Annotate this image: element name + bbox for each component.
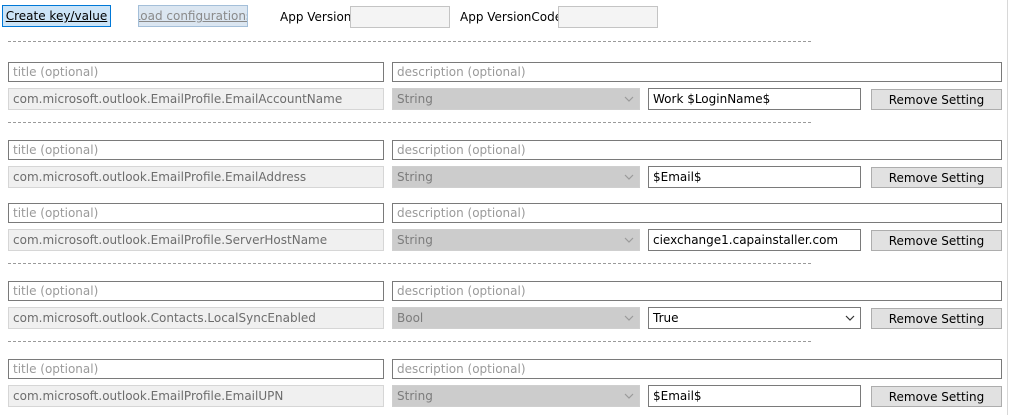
description-placeholder: description (optional) xyxy=(397,143,526,157)
type-select-value: String xyxy=(397,170,433,184)
separator xyxy=(8,263,811,264)
value-input[interactable]: ciexchange1.capainstaller.com xyxy=(648,229,861,251)
load-configurations-button[interactable]: Load configurations xyxy=(138,5,248,27)
type-select-value: Bool xyxy=(397,311,424,325)
type-select-value: String xyxy=(397,389,433,403)
description-placeholder: description (optional) xyxy=(397,362,526,376)
type-select: Bool xyxy=(392,307,640,329)
remove-setting-button[interactable]: Remove Setting xyxy=(871,230,1002,251)
create-key-value-button[interactable]: Create key/value xyxy=(2,5,111,27)
title-placeholder: title (optional) xyxy=(13,284,99,298)
title-input[interactable]: title (optional) xyxy=(8,281,384,301)
key-field: com.microsoft.outlook.EmailProfile.Email… xyxy=(8,166,384,188)
app-version-input[interactable] xyxy=(350,6,450,28)
create-key-value-label: Create key/value xyxy=(5,9,108,23)
value-select-value: True xyxy=(653,311,679,325)
separator xyxy=(8,341,811,342)
description-input[interactable]: description (optional) xyxy=(392,281,1002,301)
load-configurations-label: Load configurations xyxy=(138,9,248,23)
separator xyxy=(8,41,811,42)
app-version-label: App Version xyxy=(280,10,352,24)
description-placeholder: description (optional) xyxy=(397,206,526,220)
chevron-down-icon[interactable] xyxy=(844,312,856,324)
chevron-down-icon xyxy=(624,393,634,399)
title-placeholder: title (optional) xyxy=(13,143,99,157)
value-input[interactable]: $Email$ xyxy=(648,166,861,188)
type-select: String xyxy=(392,88,640,110)
value-select[interactable]: True xyxy=(648,307,861,329)
app-versioncode-input[interactable] xyxy=(558,6,658,28)
remove-setting-label: Remove Setting xyxy=(888,170,985,185)
key-field: com.microsoft.outlook.EmailProfile.Serve… xyxy=(8,229,384,251)
title-placeholder: title (optional) xyxy=(13,65,99,79)
chevron-down-icon xyxy=(624,237,634,243)
key-field: com.microsoft.outlook.EmailProfile.Email… xyxy=(8,385,384,407)
type-select: String xyxy=(392,229,640,251)
value-input[interactable]: Work $LoginName$ xyxy=(648,88,861,110)
title-input[interactable]: title (optional) xyxy=(8,359,384,379)
description-input[interactable]: description (optional) xyxy=(392,203,1002,223)
remove-setting-button[interactable]: Remove Setting xyxy=(871,167,1002,188)
app-versioncode-label: App VersionCode xyxy=(460,10,563,24)
remove-setting-label: Remove Setting xyxy=(888,389,985,404)
type-select-value: String xyxy=(397,233,433,247)
description-input[interactable]: description (optional) xyxy=(392,140,1002,160)
chevron-down-icon xyxy=(624,315,634,321)
description-placeholder: description (optional) xyxy=(397,284,526,298)
remove-setting-label: Remove Setting xyxy=(888,92,985,107)
remove-setting-label: Remove Setting xyxy=(888,311,985,326)
type-select: String xyxy=(392,166,640,188)
type-select-value: String xyxy=(397,92,433,106)
title-placeholder: title (optional) xyxy=(13,206,99,220)
remove-setting-button[interactable]: Remove Setting xyxy=(871,89,1002,110)
title-placeholder: title (optional) xyxy=(13,362,99,376)
title-input[interactable]: title (optional) xyxy=(8,62,384,82)
description-placeholder: description (optional) xyxy=(397,65,526,79)
value-input[interactable]: $Email$ xyxy=(648,385,861,407)
type-select: String xyxy=(392,385,640,407)
description-input[interactable]: description (optional) xyxy=(392,62,1002,82)
title-input[interactable]: title (optional) xyxy=(8,203,384,223)
chevron-down-icon xyxy=(624,174,634,180)
key-field: com.microsoft.outlook.Contacts.LocalSync… xyxy=(8,307,384,329)
remove-setting-button[interactable]: Remove Setting xyxy=(871,308,1002,329)
chevron-down-icon xyxy=(624,96,634,102)
key-field: com.microsoft.outlook.EmailProfile.Email… xyxy=(8,88,384,110)
remove-setting-label: Remove Setting xyxy=(888,233,985,248)
scroll-edge xyxy=(1007,0,1008,415)
description-input[interactable]: description (optional) xyxy=(392,359,1002,379)
separator xyxy=(8,122,811,123)
remove-setting-button[interactable]: Remove Setting xyxy=(871,386,1002,407)
title-input[interactable]: title (optional) xyxy=(8,140,384,160)
